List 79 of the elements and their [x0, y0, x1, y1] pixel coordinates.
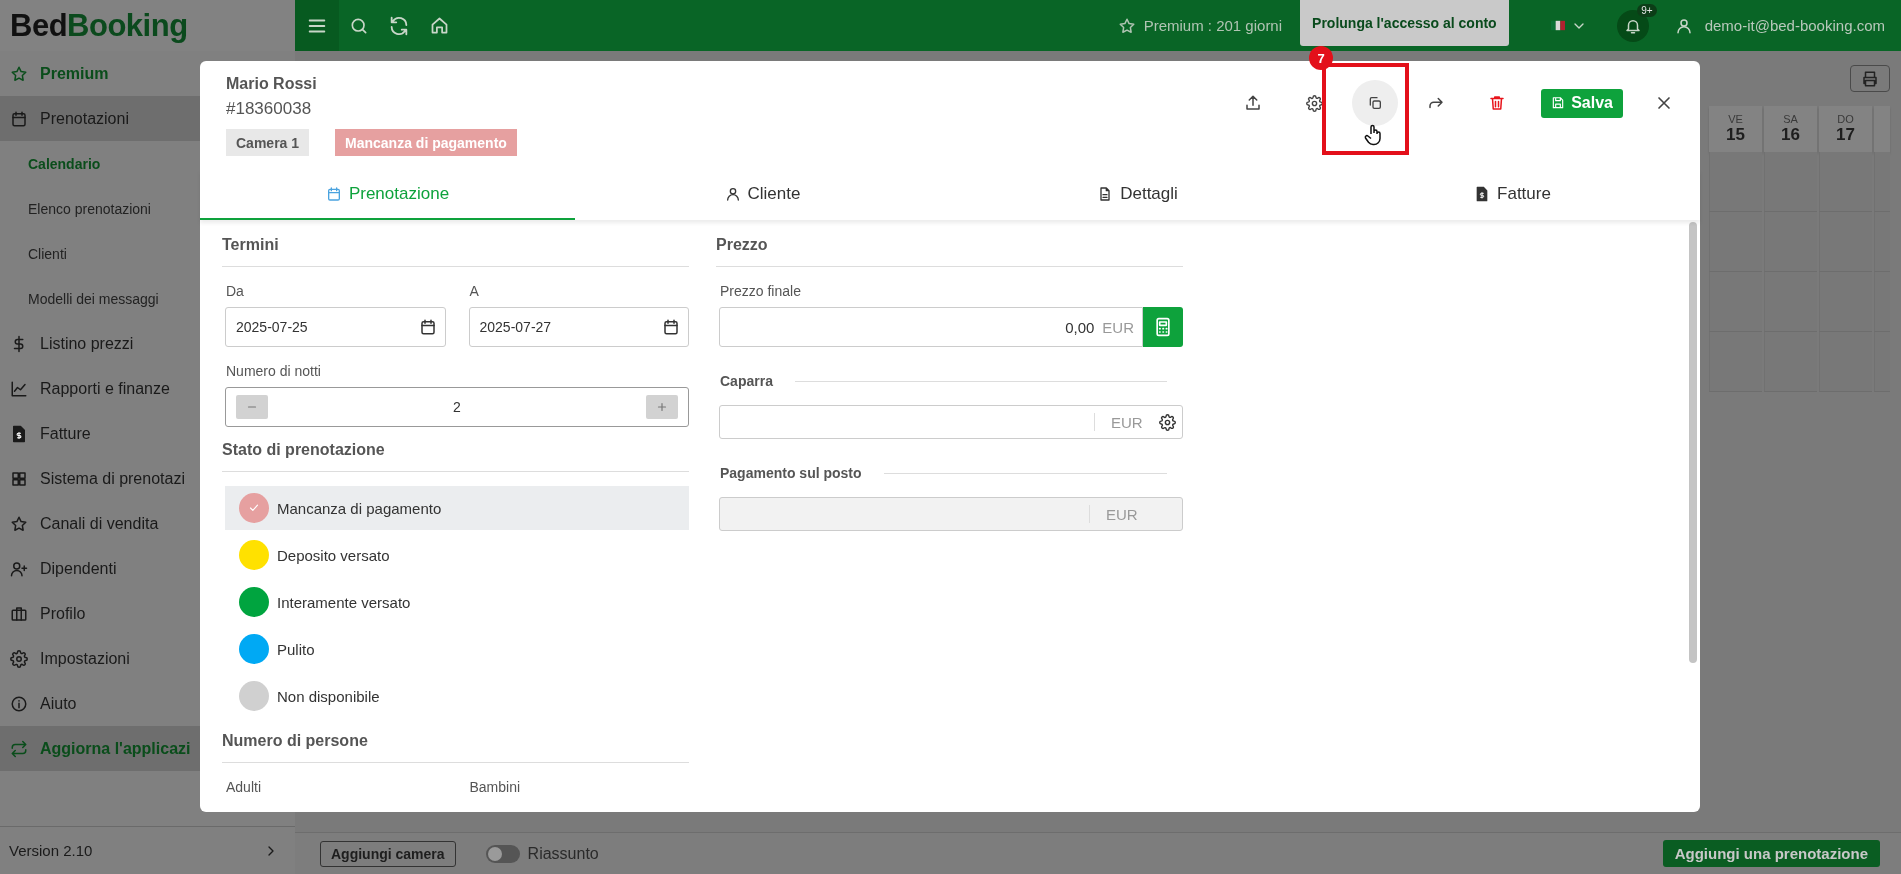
save-button[interactable]: Salva: [1541, 88, 1623, 118]
user-icon: [1674, 16, 1693, 35]
field-label: Prezzo finale: [719, 283, 802, 299]
field-label: Caparra: [720, 373, 773, 389]
info-icon: [10, 694, 28, 713]
status-option[interactable]: Interamente versato: [225, 580, 689, 624]
onsite-payment-field[interactable]: EUR: [719, 497, 1183, 531]
final-price-field[interactable]: 0,00 EUR: [719, 307, 1143, 347]
status-option[interactable]: Deposito versato: [225, 533, 689, 577]
premium-status: Premium : 201 giorni: [1143, 17, 1283, 34]
date-field[interactable]: 2025-07-27: [468, 307, 689, 347]
star-icon: [10, 514, 28, 533]
refresh-icon[interactable]: [388, 14, 410, 37]
status-option[interactable]: Pulito: [225, 627, 689, 671]
day-header: VE 15: [1709, 106, 1762, 152]
section-heading: Termini: [222, 232, 689, 267]
save-icon: [1551, 96, 1566, 110]
trash-icon: [1488, 94, 1507, 112]
star-icon: [1117, 16, 1136, 35]
day-header: DO 17: [1819, 106, 1872, 152]
calendar-icon: [10, 109, 28, 128]
calendar-icon: [325, 186, 342, 202]
briefcase-icon: [10, 604, 28, 623]
day-header: SA 16: [1764, 106, 1817, 152]
add-room-button[interactable]: Aggiungi camera: [320, 840, 456, 867]
copy-icon: [1367, 95, 1384, 111]
version-label: Version 2.10: [9, 842, 93, 859]
settings-icon: [1305, 94, 1323, 112]
user-icon: [724, 186, 741, 202]
field-label: Bambini: [468, 779, 522, 795]
calendar-icon: [662, 318, 680, 336]
document-icon: [10, 424, 28, 443]
status-option[interactable]: Non disponibile: [225, 674, 689, 718]
upload-icon: [1244, 94, 1263, 112]
field-label: Pagamento sul posto: [720, 465, 862, 481]
duplicate-button[interactable]: [1352, 80, 1399, 126]
settings-icon[interactable]: [1159, 413, 1176, 431]
step-badge: 7: [1309, 46, 1333, 70]
flag-icon: [1550, 20, 1565, 31]
add-booking-button[interactable]: Aggiungi una prenotazione: [1662, 840, 1880, 867]
decrement-button[interactable]: [236, 395, 268, 419]
calculator-button[interactable]: [1143, 307, 1183, 347]
repeat-icon: [10, 739, 28, 758]
tab[interactable]: Dettagli: [950, 170, 1325, 220]
section-heading: Stato di prenotazione: [222, 437, 689, 472]
calculator-icon: [1153, 317, 1173, 337]
status-tag: Mancanza di pagamento: [335, 129, 517, 156]
field-label: Da: [225, 283, 245, 299]
tab[interactable]: Prenotazione: [200, 170, 575, 220]
menu-button[interactable]: [295, 0, 339, 51]
plus-icon: [655, 400, 669, 414]
tab[interactable]: Fatture: [1325, 170, 1700, 220]
section-heading: Numero di persone: [222, 728, 689, 763]
nights-stepper[interactable]: 2: [225, 387, 689, 427]
summary-toggle[interactable]: [485, 844, 520, 863]
tab[interactable]: Cliente: [575, 170, 950, 220]
summary-label: Riassunto: [527, 844, 599, 863]
date-field[interactable]: 2025-07-25: [225, 307, 446, 347]
settings-icon: [10, 649, 28, 668]
star-icon: [10, 64, 28, 83]
print-icon: [1861, 69, 1879, 88]
grid-icon: [10, 469, 28, 488]
field-label: A: [468, 283, 480, 299]
print-button[interactable]: [1850, 65, 1890, 92]
section-heading: Prezzo: [716, 232, 1183, 267]
field-label: Adulti: [225, 779, 263, 795]
scrollbar[interactable]: [1689, 222, 1697, 663]
notification-count: 9+: [1637, 3, 1657, 17]
chart-icon: [10, 379, 28, 398]
user-email[interactable]: demo-it@bed-booking.com: [1704, 17, 1885, 34]
extend-access-button[interactable]: Prolunga l'accesso al conto: [1300, 0, 1509, 46]
increment-button[interactable]: [646, 395, 678, 419]
guest-name: Mario Rossi: [226, 75, 318, 93]
deposit-field[interactable]: EUR: [719, 405, 1183, 439]
status-option[interactable]: Mancanza di pagamento: [225, 486, 689, 530]
user-plus-icon: [10, 559, 28, 578]
room-tag: Camera 1: [226, 129, 310, 156]
field-label: Numero di notti: [225, 363, 322, 379]
calendar-icon: [418, 318, 437, 336]
